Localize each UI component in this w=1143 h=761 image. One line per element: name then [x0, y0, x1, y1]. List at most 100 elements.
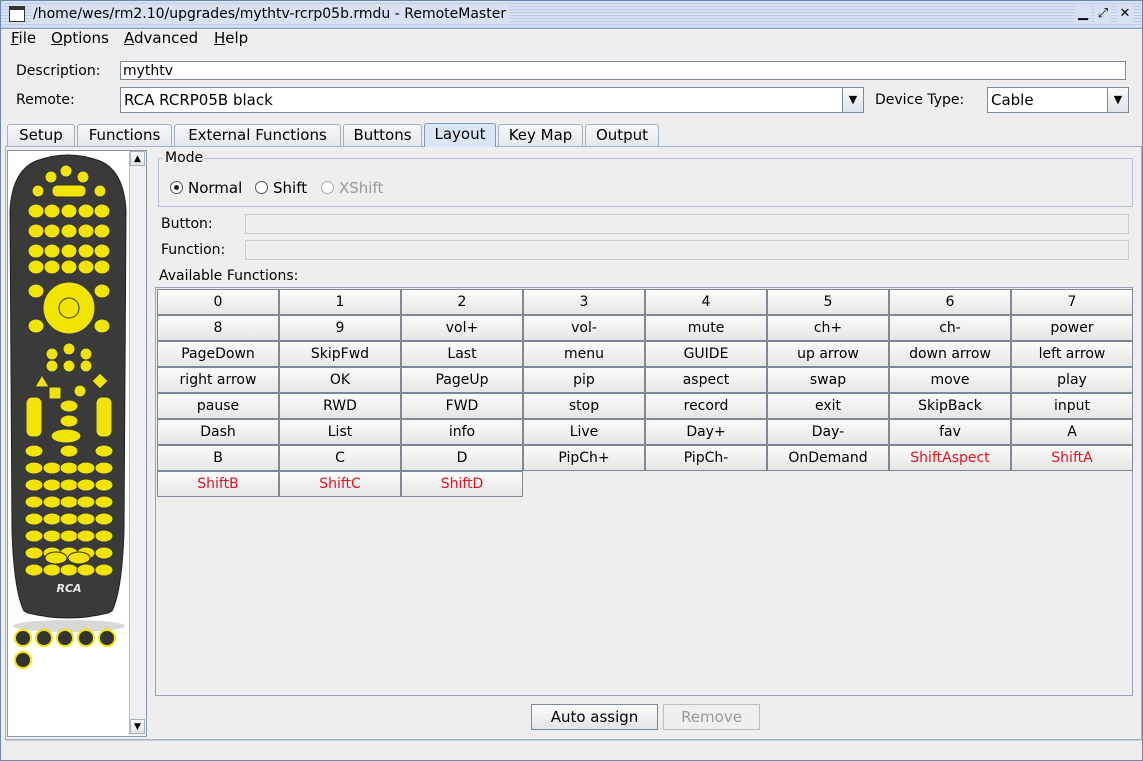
function-button[interactable]: 2	[401, 289, 523, 315]
remote-key[interactable]	[95, 396, 113, 438]
function-button[interactable]: info	[401, 419, 523, 445]
remote-key[interactable]	[44, 551, 68, 565]
remote-key[interactable]	[59, 399, 79, 413]
function-button[interactable]: pip	[523, 367, 645, 393]
function-button[interactable]: left arrow	[1011, 341, 1133, 367]
remote-key[interactable]	[59, 444, 79, 458]
function-button[interactable]: ch+	[767, 315, 889, 341]
menu-help[interactable]: Help	[214, 29, 248, 47]
function-button[interactable]: 8	[157, 315, 279, 341]
remote-key[interactable]	[62, 359, 76, 373]
remote-key[interactable]	[43, 203, 61, 219]
remote-image[interactable]: RCA	[8, 151, 130, 736]
remote-key[interactable]	[24, 495, 44, 509]
minimize-icon[interactable]: ▁	[1075, 6, 1091, 22]
function-button[interactable]: OnDemand	[767, 445, 889, 471]
function-button[interactable]: PipCh-	[645, 445, 767, 471]
remote-select[interactable]: RCA RCRP05B black ▼	[120, 87, 864, 113]
remote-key[interactable]	[93, 223, 111, 239]
function-button[interactable]: right arrow	[157, 367, 279, 393]
remote-key[interactable]	[58, 297, 80, 319]
function-button[interactable]: 4	[645, 289, 767, 315]
function-button[interactable]: PageUp	[401, 367, 523, 393]
function-button[interactable]: C	[279, 445, 401, 471]
unassigned-key[interactable]	[98, 629, 116, 647]
mode-xshift-radio[interactable]: XShift	[321, 179, 383, 197]
unassigned-key[interactable]	[14, 651, 32, 669]
remote-key[interactable]	[76, 461, 96, 475]
function-button[interactable]: PipCh+	[523, 445, 645, 471]
tab-layout[interactable]: Layout	[424, 123, 496, 147]
remote-key[interactable]	[94, 512, 114, 526]
function-button[interactable]: 3	[523, 289, 645, 315]
function-button[interactable]: power	[1011, 315, 1133, 341]
tab-external-functions[interactable]: External Functions	[174, 124, 341, 146]
function-button[interactable]: 9	[279, 315, 401, 341]
remote-key[interactable]	[94, 444, 114, 458]
remote-key[interactable]	[77, 243, 95, 259]
function-button[interactable]: ch-	[889, 315, 1011, 341]
remove-button[interactable]: Remove	[663, 704, 760, 730]
function-button[interactable]: OK	[279, 367, 401, 393]
function-button[interactable]: ShiftA	[1011, 445, 1133, 471]
function-button[interactable]: FWD	[401, 393, 523, 419]
unassigned-key[interactable]	[56, 629, 74, 647]
remote-key[interactable]	[79, 347, 93, 361]
function-button[interactable]: pause	[157, 393, 279, 419]
remote-key[interactable]	[24, 478, 44, 492]
function-button[interactable]: ShiftD	[401, 471, 523, 497]
remote-key[interactable]	[93, 243, 111, 259]
function-button[interactable]: play	[1011, 367, 1133, 393]
tab-output[interactable]: Output	[585, 124, 659, 146]
remote-key[interactable]	[24, 529, 44, 543]
function-button[interactable]: Live	[523, 419, 645, 445]
remote-key[interactable]	[24, 512, 44, 526]
remote-key[interactable]	[77, 203, 95, 219]
auto-assign-button[interactable]: Auto assign	[531, 704, 658, 730]
function-button[interactable]: RWD	[279, 393, 401, 419]
remote-key[interactable]	[62, 342, 76, 356]
close-icon[interactable]: ✕	[1117, 6, 1133, 22]
remote-key[interactable]	[77, 223, 95, 239]
function-button[interactable]: down arrow	[889, 341, 1011, 367]
remote-key[interactable]	[27, 203, 45, 219]
remote-key[interactable]	[42, 563, 62, 577]
remote-key[interactable]	[42, 495, 62, 509]
remote-key[interactable]	[94, 563, 114, 577]
unassigned-key[interactable]	[77, 629, 95, 647]
chevron-down-icon[interactable]: ▼	[842, 88, 863, 112]
remote-key[interactable]	[60, 243, 78, 259]
remote-key[interactable]	[45, 347, 59, 361]
remote-key[interactable]	[94, 478, 114, 492]
remote-key[interactable]	[42, 529, 62, 543]
function-button[interactable]: A	[1011, 419, 1133, 445]
function-button[interactable]: up arrow	[767, 341, 889, 367]
function-button[interactable]: 6	[889, 289, 1011, 315]
remote-key[interactable]	[93, 203, 111, 219]
remote-key[interactable]	[76, 478, 96, 492]
title-bar[interactable]: /home/wes/rm2.10/upgrades/mythtv-rcrp05b…	[1, 1, 1142, 29]
function-button[interactable]: menu	[523, 341, 645, 367]
remote-key[interactable]	[73, 384, 87, 398]
mode-normal-radio[interactable]: Normal	[170, 179, 242, 197]
remote-key[interactable]	[60, 203, 78, 219]
remote-key[interactable]	[50, 428, 82, 444]
remote-key[interactable]	[93, 184, 107, 198]
remote-key[interactable]	[76, 563, 96, 577]
app-icon[interactable]	[9, 6, 25, 22]
function-button[interactable]: 1	[279, 289, 401, 315]
remote-key[interactable]	[76, 529, 96, 543]
function-button[interactable]: 0	[157, 289, 279, 315]
remote-image-pane[interactable]: RCA	[7, 150, 147, 737]
function-button[interactable]: B	[157, 445, 279, 471]
function-button[interactable]: ShiftC	[279, 471, 401, 497]
function-button[interactable]: vol-	[523, 315, 645, 341]
remote-key[interactable]	[93, 283, 111, 299]
remote-key[interactable]	[42, 461, 62, 475]
function-button[interactable]: mute	[645, 315, 767, 341]
function-button[interactable]: stop	[523, 393, 645, 419]
remote-key[interactable]	[67, 551, 91, 565]
function-button[interactable]: input	[1011, 393, 1133, 419]
remote-key[interactable]	[45, 359, 59, 373]
function-button[interactable]: D	[401, 445, 523, 471]
